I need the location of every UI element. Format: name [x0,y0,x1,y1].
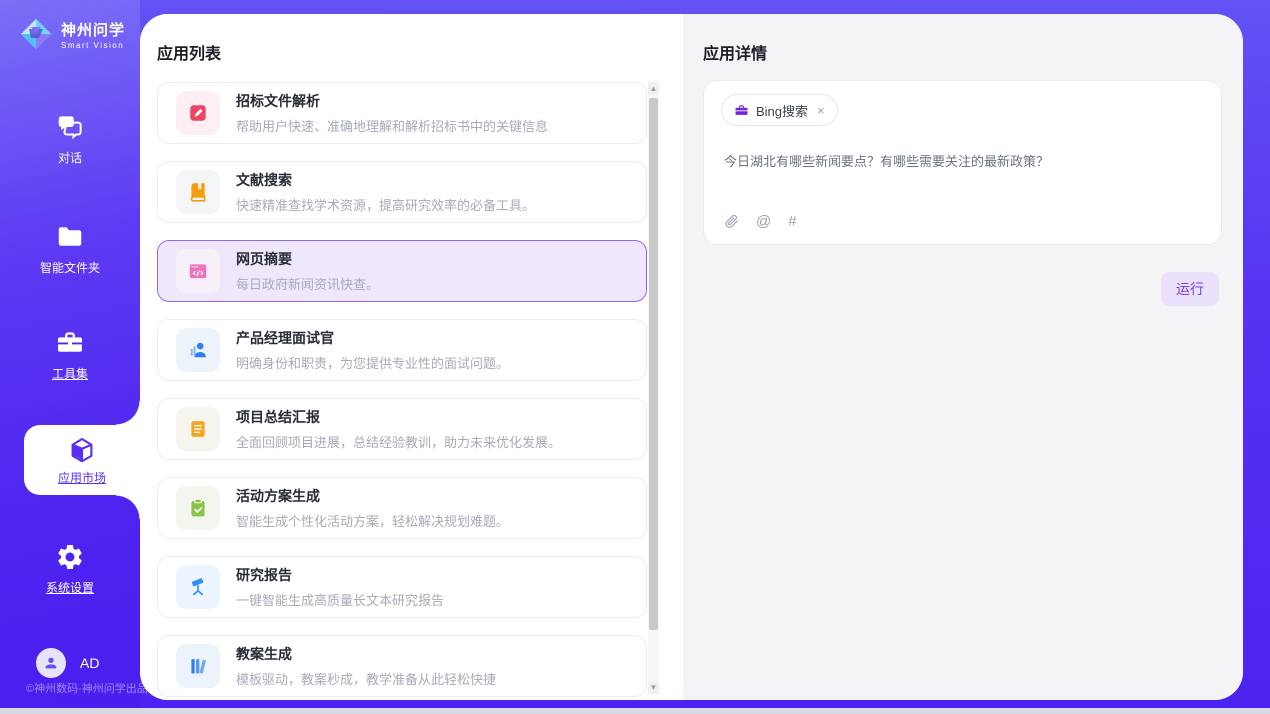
paperclip-icon[interactable] [724,214,739,229]
app-item-project-summary[interactable]: 项目总结汇报 全面回顾项目进展，总结经验教训，助力未来优化发展。 [157,398,647,460]
sidebar-item-label: 智能文件夹 [40,261,100,275]
app-item-event-plan[interactable]: 活动方案生成 智能生成个性化活动方案，轻松解决规划难题。 [157,477,647,539]
gear-icon [55,542,85,572]
app-item-title: 教案生成 [236,644,496,664]
sidebar-item-settings[interactable]: 系统设置 [0,542,140,597]
hash-icon[interactable]: # [788,213,796,230]
sidebar-item-label: 工具集 [52,367,88,381]
sidebar-item-label: 应用市场 [58,471,106,485]
app-detail-panel: 应用详情 Bing搜索 × 今日湖北有哪些新闻要点？有哪些需要关注的最新政策？ [683,14,1243,700]
app-item-pm-interviewer[interactable]: 产品经理面试官 明确身份和职责，为您提供专业性的面试问题。 [157,319,647,381]
app-item-bid-parse[interactable]: 招标文件解析 帮助用户快速、准确地理解和解析招标书中的关键信息 [157,82,647,144]
app-item-title: 活动方案生成 [236,486,509,506]
scroll-up-arrow[interactable]: ▲ [648,82,659,95]
mention-icon[interactable]: @ [756,213,771,230]
tool-tag-label: Bing搜索 [756,101,808,120]
scroll-down-arrow[interactable]: ▼ [648,681,659,694]
memo-icon [176,407,220,451]
prompt-input[interactable]: 今日湖北有哪些新闻要点？有哪些需要关注的最新政策？ [724,151,1201,170]
app-list: 招标文件解析 帮助用户快速、准确地理解和解析招标书中的关键信息 文献搜索 快速精… [157,82,647,700]
sidebar-item-chat[interactable]: 对话 [0,112,140,167]
scrollbar[interactable]: ▲ ▼ [648,82,659,694]
app-item-desc: 每日政府新闻资讯快查。 [236,274,379,293]
app-item-title: 产品经理面试官 [236,328,509,348]
sidebar: 神州问学 Smart Vision 对话 智能文件夹 [0,0,140,714]
tool-tag-bing-search[interactable]: Bing搜索 × [721,94,838,126]
document-edit-icon [176,91,220,135]
user-account[interactable]: AD [36,648,99,678]
folder-icon [55,222,85,252]
app-list-panel: 应用列表 招标文件解析 帮助用户快速、准确地理解和解析招标书中的关键信息 [140,14,683,700]
window-bottom-edge [0,708,1270,714]
app-item-title: 文献搜索 [236,170,535,190]
app-item-title: 项目总结汇报 [236,407,561,427]
user-initials: AD [80,655,99,671]
prompt-card: Bing搜索 × 今日湖北有哪些新闻要点？有哪些需要关注的最新政策？ @ # [703,80,1222,245]
tag-close-icon[interactable]: × [817,103,825,118]
sidebar-item-smart-folder[interactable]: 智能文件夹 [0,222,140,277]
attachment-toolbar: @ # [724,213,797,230]
clipboard-check-icon [176,486,220,530]
app-item-title: 研究报告 [236,565,444,585]
briefcase-icon [734,103,749,118]
toolbox-icon [55,328,85,358]
app-item-web-summary[interactable]: 网页摘要 每日政府新闻资讯快查。 [157,240,647,302]
sidebar-item-label: 对话 [58,151,82,165]
app-item-title: 网页摘要 [236,249,379,269]
browser-code-icon [176,249,220,293]
app-item-desc: 明确身份和职责，为您提供专业性的面试问题。 [236,353,509,372]
run-button[interactable]: 运行 [1161,272,1219,306]
app-item-lesson-plan[interactable]: 教案生成 模板驱动，教案秒成，教学准备从此轻松快捷 [157,635,647,697]
app-item-desc: 全面回顾项目进展，总结经验教训，助力未来优化发展。 [236,432,561,451]
research-icon [176,565,220,609]
avatar [36,648,66,678]
app-list-title: 应用列表 [157,40,221,64]
app-item-research-report[interactable]: 研究报告 一键智能生成高质量长文本研究报告 [157,556,647,618]
app-item-literature-search[interactable]: 文献搜索 快速精准查找学术资源，提高研究效率的必备工具。 [157,161,647,223]
brand-tagline: Smart Vision [61,41,125,50]
brand-name: 神州问学 [61,19,125,40]
sidebar-item-app-market[interactable]: 应用市场 [24,425,140,495]
app-item-desc: 快速精准查找学术资源，提高研究效率的必备工具。 [236,195,535,214]
app-item-desc: 模板驱动，教案秒成，教学准备从此轻松快捷 [236,669,496,688]
sidebar-item-label: 系统设置 [46,581,94,595]
brand-logo: 神州问学 Smart Vision [18,16,125,52]
book-icon [176,170,220,214]
app-item-desc: 帮助用户快速、准确地理解和解析招标书中的关键信息 [236,116,548,135]
bubble-curve-top [116,401,140,425]
app-item-desc: 智能生成个性化活动方案，轻松解决规划难题。 [236,511,509,530]
app-item-desc: 一键智能生成高质量长文本研究报告 [236,590,444,609]
person-icon [42,654,60,672]
main-content: 应用列表 招标文件解析 帮助用户快速、准确地理解和解析招标书中的关键信息 [140,14,1243,700]
app-item-title: 招标文件解析 [236,91,548,111]
brand-diamond-icon [18,16,54,52]
interviewer-icon [176,328,220,372]
sidebar-item-toolset[interactable]: 工具集 [0,328,140,383]
app-detail-title: 应用详情 [703,40,767,64]
copyright-footer: ©神州数码·神州问学出品 [26,680,148,696]
cube-icon [67,435,97,465]
bubble-curve-bottom [116,495,140,519]
scrollbar-thumb[interactable] [649,98,658,630]
chat-icon [55,112,85,142]
books-icon [176,644,220,688]
